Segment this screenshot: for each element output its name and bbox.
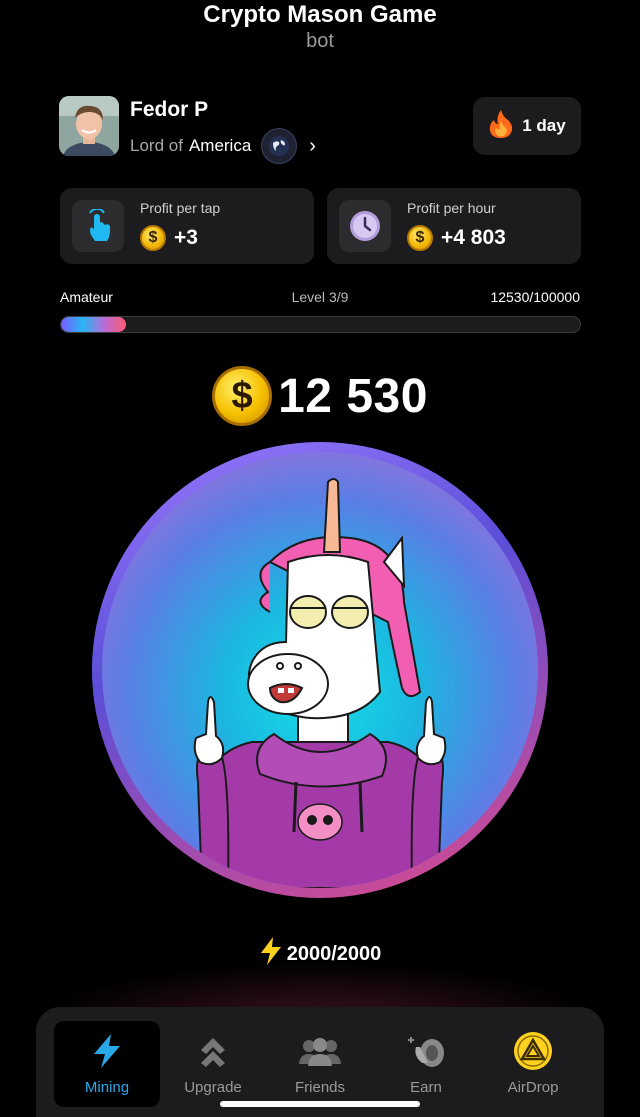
- level-progress-bar: [60, 316, 581, 333]
- level-progress-fill: [61, 317, 127, 332]
- nav-label-airdrop: AirDrop: [507, 1079, 559, 1096]
- profit-per-tap-card: Profit per tap $ +3: [60, 188, 314, 264]
- profit-per-tap-value: +3: [174, 226, 198, 249]
- nav-item-airdrop[interactable]: AirDrop: [480, 1021, 586, 1107]
- nav-label-upgrade: Upgrade: [184, 1079, 242, 1096]
- app-title: Crypto Mason Game: [203, 1, 437, 28]
- clock-icon: [339, 200, 391, 252]
- nav-label-friends: Friends: [294, 1079, 346, 1096]
- level-value: 3/9: [328, 289, 349, 305]
- tap-button[interactable]: [92, 442, 548, 898]
- profit-per-tap-label: Profit per tap: [140, 200, 221, 216]
- balance-amount: 12 530: [278, 369, 428, 423]
- airdrop-icon: [480, 1031, 586, 1071]
- unicorn-character-image: [102, 452, 538, 888]
- nav-label-mining: Mining: [84, 1079, 130, 1096]
- lightning-icon: [54, 1031, 160, 1071]
- earn-icon: [373, 1031, 479, 1071]
- nav-label-earn: Earn: [410, 1079, 442, 1096]
- coin-icon: $: [407, 225, 433, 251]
- home-indicator[interactable]: [220, 1101, 420, 1107]
- user-title-prefix: Lord of: [130, 136, 183, 155]
- user-name: Fedor P: [130, 98, 209, 121]
- profit-per-hour-card: Profit per hour $ +4 803: [327, 188, 581, 264]
- avatar[interactable]: [59, 96, 119, 156]
- nav-item-friends[interactable]: Friends: [267, 1021, 373, 1107]
- chevron-right-icon: ›: [309, 135, 316, 157]
- user-title[interactable]: Lord of America ›: [130, 128, 316, 164]
- nav-item-upgrade[interactable]: Upgrade: [160, 1021, 266, 1107]
- fire-icon: [488, 109, 514, 144]
- streak-label: 1 day: [522, 116, 566, 135]
- double-chevron-up-icon: [160, 1031, 266, 1071]
- level-text: Level: [291, 289, 326, 305]
- tap-icon: [72, 200, 124, 252]
- balance: $ 12 530: [0, 366, 640, 426]
- user-country: America: [188, 136, 252, 155]
- profit-per-hour-value: +4 803: [441, 226, 506, 249]
- friends-icon: [267, 1031, 373, 1071]
- nav-item-mining[interactable]: Mining: [54, 1021, 160, 1107]
- progress-text: 12530/100000: [490, 289, 580, 305]
- streak-badge[interactable]: 1 day: [473, 97, 581, 155]
- coin-icon: $: [140, 225, 166, 251]
- profit-per-hour-label: Profit per hour: [407, 200, 496, 216]
- globe-icon: [261, 128, 298, 164]
- app-subtitle: bot: [306, 30, 334, 52]
- dollar-coin-icon: $: [212, 366, 273, 426]
- nav-item-earn[interactable]: Earn: [373, 1021, 479, 1107]
